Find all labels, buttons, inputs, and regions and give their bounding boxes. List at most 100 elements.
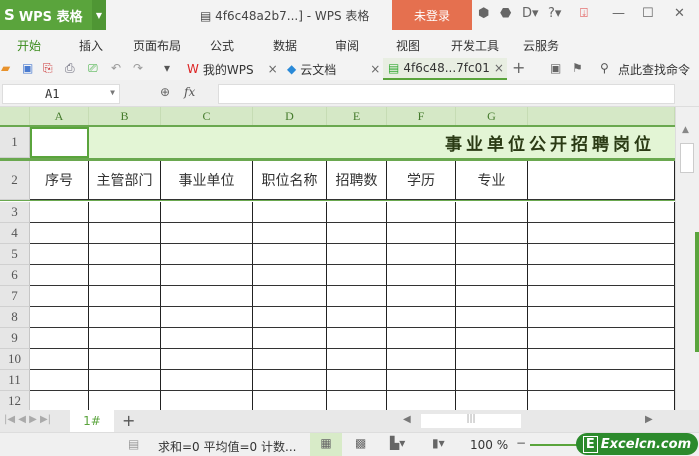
cell[interactable] [30, 223, 89, 244]
menu-home[interactable]: 开始 [17, 37, 41, 54]
cell[interactable] [30, 370, 89, 391]
feedback-icon[interactable]: D▾ [522, 6, 539, 21]
save-icon[interactable]: ▣ [22, 61, 33, 75]
cell[interactable] [327, 244, 387, 265]
column-header[interactable] [528, 107, 675, 125]
cell[interactable] [89, 223, 161, 244]
cell[interactable] [456, 223, 528, 244]
row-header[interactable]: 8 [0, 307, 30, 328]
cell[interactable] [161, 391, 253, 410]
cell[interactable] [387, 307, 456, 328]
chevron-down-icon[interactable]: ▼ [110, 88, 115, 97]
cell[interactable] [456, 202, 528, 223]
tab-document[interactable]: ▤ 4f6c48...7fc01 × [383, 58, 507, 80]
spreadsheet-grid[interactable]: A B C D E F G 1 事业单位公开招聘岗位 2 序号 主管部门 事业单… [0, 107, 675, 410]
vertical-scrollbar[interactable]: ▲ [675, 107, 699, 410]
column-header[interactable]: F [387, 107, 456, 125]
cell[interactable] [89, 328, 161, 349]
cell[interactable] [387, 349, 456, 370]
flag-icon[interactable]: ⚑ [572, 61, 583, 75]
cell[interactable] [528, 161, 675, 200]
header-cell[interactable]: 序号 [30, 161, 89, 200]
help-icon[interactable]: ?▾ [548, 6, 561, 21]
cell[interactable] [387, 202, 456, 223]
row-header[interactable]: 12 [0, 391, 30, 410]
menu-developer[interactable]: 开发工具 [451, 37, 499, 54]
cell[interactable] [387, 370, 456, 391]
cell[interactable] [30, 391, 89, 410]
side-panel-toggle[interactable] [695, 232, 699, 352]
cell[interactable] [30, 307, 89, 328]
cell[interactable] [387, 328, 456, 349]
print-icon[interactable]: ⎙ [65, 61, 75, 76]
header-cell[interactable]: 事业单位 [161, 161, 253, 200]
row-header[interactable]: 1 [0, 127, 30, 158]
header-cell[interactable]: 职位名称 [253, 161, 327, 200]
cell[interactable] [161, 244, 253, 265]
close-tab-icon[interactable]: × [268, 62, 278, 76]
cell[interactable] [456, 244, 528, 265]
zoom-formula-icon[interactable]: ⊕ [160, 85, 170, 99]
cell[interactable] [161, 370, 253, 391]
cell[interactable] [387, 244, 456, 265]
cell[interactable] [89, 349, 161, 370]
header-cell[interactable]: 专业 [456, 161, 528, 200]
cell[interactable] [30, 286, 89, 307]
cell[interactable] [456, 286, 528, 307]
normal-view-icon[interactable]: ▦ [310, 433, 342, 456]
cell[interactable] [161, 265, 253, 286]
cell[interactable] [327, 391, 387, 410]
cell[interactable] [89, 286, 161, 307]
column-header[interactable]: D [253, 107, 327, 125]
settings-icon[interactable]: ⬣ [500, 6, 511, 21]
cell[interactable] [387, 223, 456, 244]
cell[interactable] [327, 286, 387, 307]
cell[interactable] [528, 202, 675, 223]
cell[interactable] [387, 265, 456, 286]
cell[interactable] [161, 328, 253, 349]
cell[interactable] [528, 328, 675, 349]
clipboard-icon[interactable]: ▤ [128, 437, 139, 451]
download-icon[interactable]: ⍗ [580, 6, 588, 21]
customize-dropdown-icon[interactable]: ▾ [164, 61, 170, 75]
cell[interactable] [528, 370, 675, 391]
row-header[interactable]: 4 [0, 223, 30, 244]
cell[interactable] [528, 223, 675, 244]
row-header[interactable]: 10 [0, 349, 30, 370]
sheet-title-cell[interactable]: 事业单位公开招聘岗位 [89, 127, 675, 158]
eye-protection-icon[interactable]: ▮▾ [432, 436, 445, 450]
maximize-icon[interactable]: ☐ [642, 6, 654, 21]
menu-view[interactable]: 视图 [396, 37, 420, 54]
cell[interactable] [456, 328, 528, 349]
close-tab-icon[interactable]: × [494, 61, 504, 75]
menu-cloud[interactable]: 云服务 [523, 37, 559, 54]
sheet-tab-1[interactable]: 1# [70, 410, 114, 432]
cell[interactable] [30, 244, 89, 265]
open-icon[interactable]: ▰ [1, 61, 10, 75]
scroll-up-icon[interactable]: ▲ [682, 125, 689, 135]
cell[interactable] [89, 307, 161, 328]
row-header[interactable]: 11 [0, 370, 30, 391]
row-header[interactable]: 7 [0, 286, 30, 307]
cell[interactable] [161, 286, 253, 307]
login-button[interactable]: 未登录 [392, 0, 472, 30]
cell[interactable] [89, 265, 161, 286]
cell[interactable] [528, 286, 675, 307]
undo-icon[interactable]: ↶ [111, 61, 121, 75]
chevron-down-icon[interactable]: ▼ [92, 0, 106, 30]
cell[interactable] [456, 349, 528, 370]
header-cell[interactable]: 主管部门 [89, 161, 161, 200]
header-cell[interactable]: 招聘数 [327, 161, 387, 200]
cell[interactable] [30, 328, 89, 349]
select-all-corner[interactable] [0, 107, 30, 125]
column-header[interactable]: G [456, 107, 528, 125]
cell[interactable] [253, 265, 327, 286]
cell[interactable] [253, 307, 327, 328]
menu-formula[interactable]: 公式 [210, 37, 234, 54]
export-icon[interactable]: ⎘ [43, 61, 53, 76]
cell[interactable] [89, 244, 161, 265]
tab-my-wps[interactable]: W 我的WPS × [187, 58, 282, 80]
scroll-right-icon[interactable]: ▶ [645, 414, 653, 425]
cell[interactable] [528, 391, 675, 410]
menu-page-layout[interactable]: 页面布局 [133, 37, 181, 54]
